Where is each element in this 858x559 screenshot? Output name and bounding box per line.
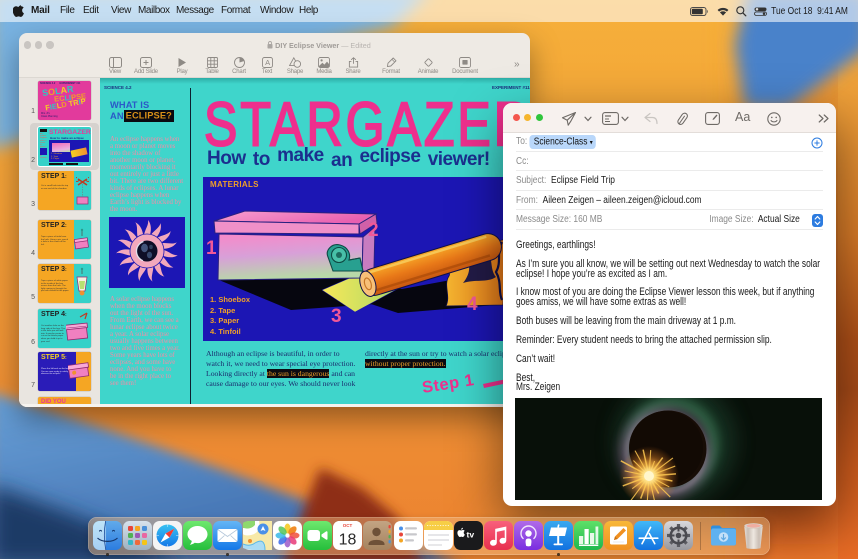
svg-text:1: 1 — [206, 238, 217, 259]
svg-text:2: 2 — [368, 220, 379, 241]
svg-text:MATERIALS: MATERIALS — [210, 180, 259, 189]
svg-text:2. Tape: 2. Tape — [210, 306, 235, 315]
svg-text:1. Shoebox: 1. Shoebox — [210, 295, 251, 304]
svg-text:4: 4 — [467, 294, 478, 315]
svg-text:3: 3 — [331, 306, 342, 327]
svg-text:3. Paper: 3. Paper — [210, 316, 239, 325]
svg-text:tv: tv — [467, 529, 475, 539]
svg-text:4. Tinfoil: 4. Tinfoil — [210, 327, 241, 336]
svg-text:OCT: OCT — [343, 523, 353, 528]
svg-text:18: 18 — [339, 532, 357, 549]
svg-text:A: A — [265, 58, 270, 67]
